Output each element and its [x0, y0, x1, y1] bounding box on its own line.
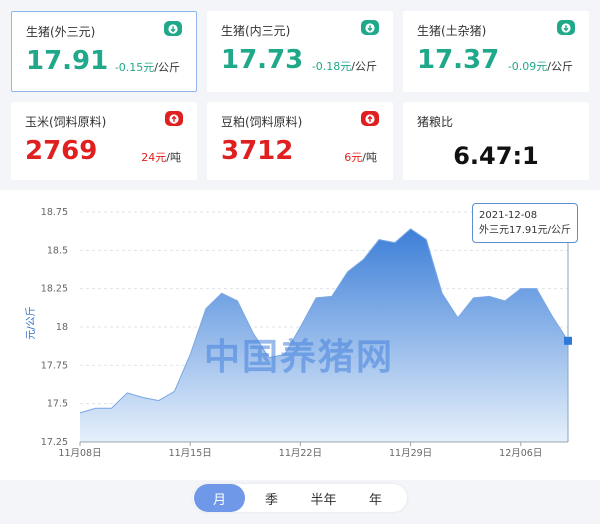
trend-down-icon [557, 20, 575, 35]
card-title: 生猪(内三元) [221, 24, 291, 38]
chart-tooltip: 2021-12-08 外三元17.91元/公斤 [472, 203, 578, 243]
tab-year[interactable]: 年 [350, 484, 401, 512]
card-title: 生猪(外三元) [26, 25, 96, 39]
tooltip-value: 外三元17.91元/公斤 [479, 225, 571, 236]
card-title: 猪粮比 [417, 115, 454, 129]
x-tick-label: 11月29日 [389, 448, 432, 459]
y-tick-label: 18.75 [41, 207, 68, 218]
trend-up-icon [361, 111, 379, 126]
trend-down-icon [361, 20, 379, 35]
x-tick-label: 11月22日 [279, 448, 322, 459]
card-title: 玉米(饲料原料) [25, 115, 107, 129]
price-card-neisanyuan[interactable]: 生猪(内三元) 17.73 -0.18元/公斤 [207, 11, 393, 92]
price-change: -0.18元/公斤 [311, 60, 377, 73]
tab-half-year[interactable]: 半年 [298, 484, 349, 512]
y-axis-label: 元/公斤 [25, 306, 37, 339]
x-tick-label: 11月08日 [58, 448, 101, 459]
y-tick-label: 18 [56, 322, 68, 333]
tooltip-date: 2021-12-08 [479, 210, 538, 221]
card-title: 生猪(土杂猪) [417, 24, 487, 38]
price-change: -0.15元/公斤 [114, 61, 180, 74]
y-tick-label: 17.25 [41, 437, 68, 448]
price-value: 17.91 [26, 46, 109, 76]
hover-marker[interactable] [564, 336, 572, 345]
price-value: 17.73 [221, 45, 304, 75]
trend-down-icon [164, 21, 182, 36]
price-card-waisanyuan[interactable]: 生猪(外三元) 17.91 -0.15元/公斤 [11, 11, 197, 92]
y-tick-label: 17.5 [47, 399, 68, 410]
tab-month[interactable]: 月 [194, 484, 245, 512]
price-card-soymeal[interactable]: 豆粕(饲料原料) 3712 6元/吨 [207, 102, 393, 180]
y-tick-label: 18.25 [41, 284, 68, 295]
price-change: -0.09元/公斤 [507, 60, 573, 73]
price-value: 2769 [25, 136, 98, 166]
tab-quarter[interactable]: 季 [246, 484, 297, 512]
price-card-tuzazhu[interactable]: 生猪(土杂猪) 17.37 -0.09元/公斤 [403, 11, 589, 92]
ratio-card[interactable]: 猪粮比 6.47:1 [403, 102, 589, 180]
watermark-text: 中国养猪网 [204, 337, 395, 378]
card-title: 豆粕(饲料原料) [221, 115, 303, 129]
price-card-corn[interactable]: 玉米(饲料原料) 2769 24元/吨 [11, 102, 197, 180]
y-tick-label: 18.5 [47, 245, 68, 256]
ratio-value: 6.47:1 [453, 142, 539, 170]
time-range-tabs: 月 季 半年 年 [193, 484, 407, 512]
x-tick-label: 12月06日 [499, 448, 542, 459]
trend-up-icon [165, 111, 183, 126]
x-tick-label: 11月15日 [169, 448, 212, 459]
price-change: 24元/吨 [141, 151, 181, 164]
price-value: 3712 [221, 136, 294, 166]
y-tick-label: 17.75 [41, 360, 68, 371]
price-value: 17.37 [417, 45, 500, 75]
price-change: 6元/吨 [344, 151, 377, 164]
